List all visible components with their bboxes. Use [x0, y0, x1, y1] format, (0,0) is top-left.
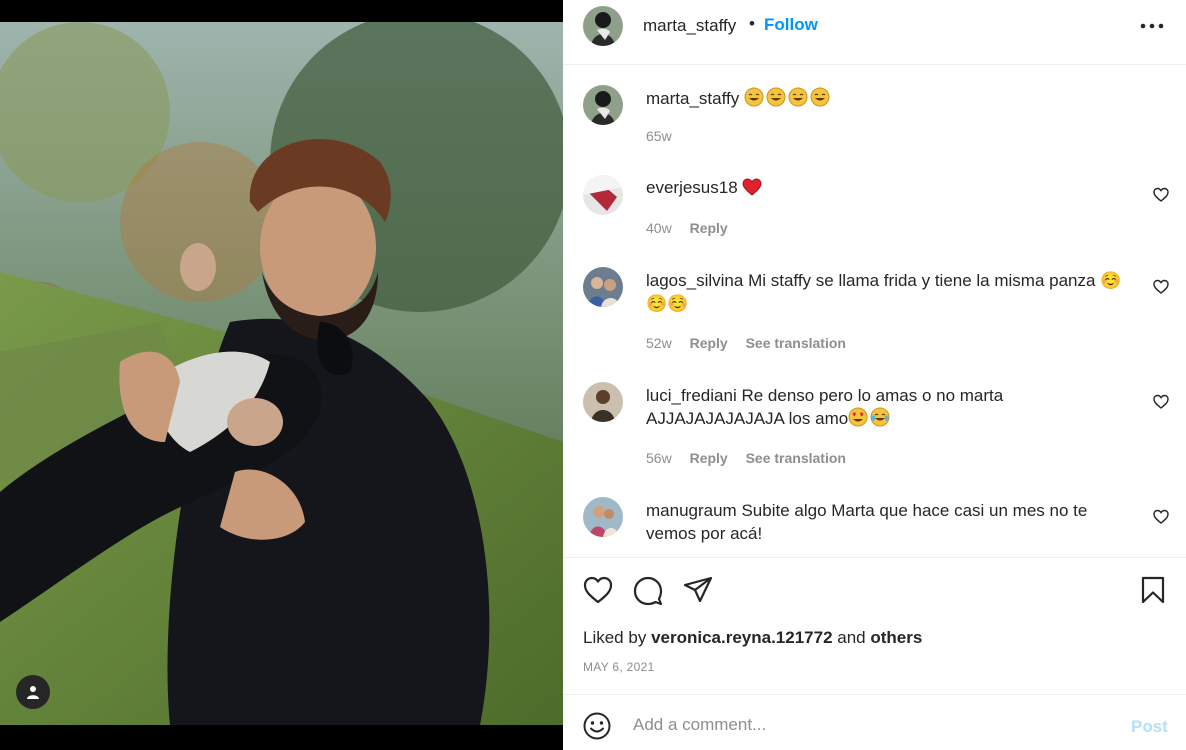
blush-emoji-icon — [766, 87, 786, 107]
reply-button[interactable]: Reply — [690, 220, 728, 236]
comment-input[interactable] — [633, 713, 1113, 737]
commenter-username[interactable]: lagos_silvina — [646, 271, 743, 290]
author-username[interactable]: marta_staffy — [643, 16, 736, 36]
share-icon[interactable] — [683, 576, 713, 604]
photo-pane — [0, 0, 563, 750]
follow-button[interactable]: Follow — [764, 15, 818, 35]
commenter-avatar[interactable] — [583, 175, 623, 215]
user-tag-icon — [27, 686, 39, 699]
liked-by-joiner: and — [837, 628, 866, 647]
comment-text: luci_frediani Re denso pero lo amas o no… — [646, 384, 1136, 430]
see-translation-button[interactable]: See translation — [746, 450, 846, 466]
see-translation-button[interactable]: See translation — [746, 335, 846, 351]
post-photo[interactable] — [0, 22, 563, 725]
caption-avatar[interactable] — [583, 85, 623, 125]
post-comment-button[interactable]: Post — [1131, 717, 1168, 737]
comment-like-heart-icon[interactable] — [1153, 187, 1169, 203]
comment-meta: 56w Reply See translation — [646, 450, 860, 466]
commenter-avatar[interactable] — [583, 382, 623, 422]
comment-meta: 40w Reply — [646, 220, 742, 236]
commenter-avatar[interactable] — [583, 497, 623, 537]
blush-emoji-icon — [744, 87, 764, 107]
caption-text: marta_staffy — [646, 87, 1136, 110]
comment-meta: 52w Reply See translation — [646, 335, 860, 351]
post-date[interactable]: MAY 6, 2021 — [583, 660, 655, 674]
blush-emoji-icon — [810, 87, 830, 107]
more-options-icon[interactable] — [1139, 16, 1165, 36]
comments-list[interactable]: marta_staffy 65w everjesus18 40w Reply l… — [563, 65, 1186, 557]
comment-like-heart-icon[interactable] — [1153, 279, 1169, 295]
post-actions: Liked by veronica.reyna.121772 and other… — [563, 557, 1186, 694]
liked-by-user-link[interactable]: veronica.reyna.121772 — [651, 628, 832, 647]
caption-emoji-group — [744, 87, 832, 108]
commenter-avatar[interactable] — [583, 267, 623, 307]
caption-username[interactable]: marta_staffy — [646, 89, 739, 108]
post-panel: marta_staffy • Follow marta_staffy 65w e… — [563, 0, 1186, 750]
comment-like-heart-icon[interactable] — [1153, 394, 1169, 410]
commenter-username[interactable]: manugraum — [646, 501, 737, 520]
comment-text: everjesus18 — [646, 176, 1136, 199]
liked-by-text: Liked by veronica.reyna.121772 and other… — [583, 628, 922, 648]
author-avatar[interactable] — [583, 6, 623, 46]
comment-age[interactable]: 56w — [646, 450, 672, 466]
post-header: marta_staffy • Follow — [563, 0, 1186, 65]
comment-text: manugraum Subite algo Marta que hace cas… — [646, 499, 1136, 545]
liked-by-prefix: Liked by — [583, 628, 647, 647]
blush-emoji-icon — [788, 87, 808, 107]
caption-age[interactable]: 65w — [646, 128, 672, 144]
tears-of-joy-emoji-icon — [870, 407, 890, 427]
reply-button[interactable]: Reply — [690, 335, 728, 351]
comment-age[interactable]: 52w — [646, 335, 672, 351]
comment-age[interactable]: 40w — [646, 220, 672, 236]
reply-button[interactable]: Reply — [690, 450, 728, 466]
heart-eyes-emoji-icon — [848, 407, 868, 427]
separator-dot: • — [749, 14, 755, 33]
emoji-icon[interactable] — [583, 712, 611, 740]
comment-composer: Post — [563, 694, 1186, 750]
comment-like-heart-icon[interactable] — [1153, 509, 1169, 525]
bookmark-icon[interactable] — [1141, 576, 1165, 604]
user-tag-button[interactable] — [16, 675, 50, 709]
comment-text: lagos_silvina Mi staffy se llama frida y… — [646, 269, 1136, 315]
commenter-username[interactable]: everjesus18 — [646, 178, 738, 197]
liked-by-others-link[interactable]: others — [870, 628, 922, 647]
comment-icon[interactable] — [633, 576, 663, 606]
heart-icon[interactable] — [583, 576, 613, 604]
red-heart-emoji-icon — [742, 178, 762, 196]
caption-meta: 65w — [646, 128, 686, 144]
commenter-username[interactable]: luci_frediani — [646, 386, 737, 405]
